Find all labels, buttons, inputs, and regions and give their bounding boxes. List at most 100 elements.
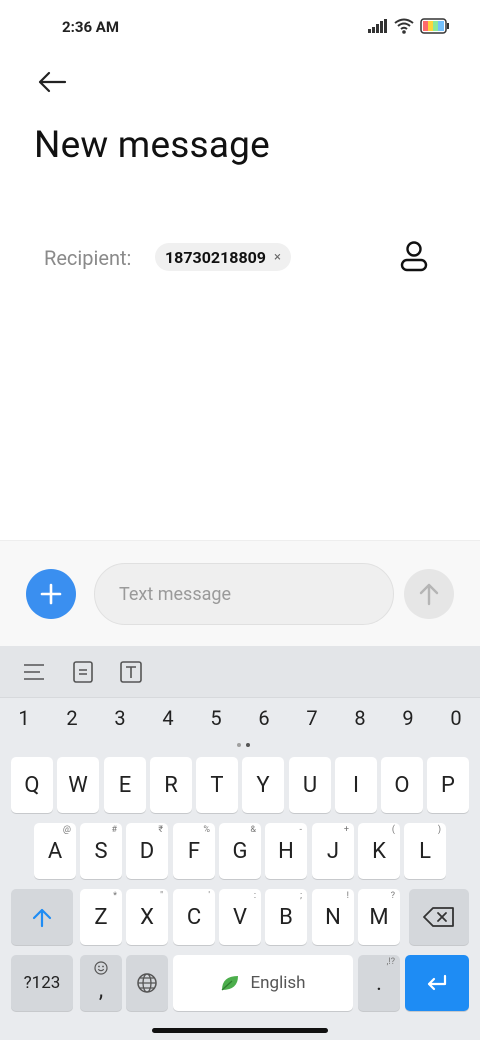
- arrow-left-icon: [38, 71, 67, 93]
- backspace-icon: [423, 907, 454, 927]
- key-label: D: [139, 838, 155, 864]
- number-row: 1 2 3 4 5 6 7 8 9 0: [0, 706, 480, 740]
- key-l[interactable]: ) L: [404, 823, 446, 879]
- key-k[interactable]: (K: [358, 823, 400, 879]
- key-hint: !: [346, 891, 349, 901]
- key-label: H: [278, 838, 294, 864]
- enter-key[interactable]: [405, 955, 469, 1011]
- key-2[interactable]: 2: [57, 706, 87, 730]
- recipient-row: Recipient: 18730218809 ×: [44, 240, 444, 276]
- language-key[interactable]: [126, 955, 168, 1011]
- space-label: English: [250, 973, 306, 993]
- key-h[interactable]: -H: [265, 823, 307, 879]
- remove-recipient-icon[interactable]: ×: [274, 251, 281, 264]
- key-hint: %: [203, 825, 210, 835]
- arrow-up-icon: [419, 583, 439, 606]
- key-hint: &: [250, 825, 256, 835]
- key-p[interactable]: P: [427, 757, 469, 813]
- key-j[interactable]: + J: [312, 823, 354, 879]
- key-r[interactable]: R: [150, 757, 192, 813]
- recipient-number: 18730218809: [165, 247, 266, 267]
- key-i[interactable]: I: [335, 757, 377, 813]
- key-hint: ;: [300, 891, 302, 901]
- key-hint: ,!?: [386, 957, 395, 967]
- key-c[interactable]: ' C: [173, 889, 215, 945]
- clipboard-button[interactable]: [69, 658, 97, 686]
- key-f[interactable]: % F: [173, 823, 215, 879]
- key-v[interactable]: :V: [219, 889, 261, 945]
- backspace-key[interactable]: [409, 889, 469, 945]
- key-3[interactable]: 3: [105, 706, 135, 730]
- emoji-icon: [94, 961, 108, 975]
- send-button[interactable]: [404, 569, 454, 619]
- key-b[interactable]: ; B: [265, 889, 307, 945]
- key-label: C: [186, 904, 202, 930]
- key-y[interactable]: Y: [242, 757, 284, 813]
- key-8[interactable]: 8: [345, 706, 375, 730]
- text-format-button[interactable]: [117, 658, 145, 686]
- key-1[interactable]: 1: [9, 706, 39, 730]
- comma-label: ,: [98, 977, 104, 1003]
- key-hint: *: [113, 891, 117, 901]
- text-message-input[interactable]: [94, 563, 394, 625]
- person-icon: [400, 241, 428, 272]
- key-w[interactable]: W: [57, 757, 99, 813]
- key-hint: @: [62, 825, 71, 835]
- key-4[interactable]: 4: [153, 706, 183, 730]
- shift-key[interactable]: [11, 889, 73, 945]
- key-hint: ₹: [158, 825, 163, 835]
- key-6[interactable]: 6: [249, 706, 279, 730]
- key-d[interactable]: ₹ D: [126, 823, 168, 879]
- key-hint: :: [253, 891, 256, 901]
- key-e[interactable]: E: [104, 757, 146, 813]
- key-u[interactable]: U: [289, 757, 331, 813]
- status-icons: [368, 18, 450, 34]
- period-label: .: [376, 970, 382, 996]
- key-0[interactable]: 0: [441, 706, 471, 730]
- key-m[interactable]: ? M: [358, 889, 400, 945]
- key-label: J: [326, 838, 340, 864]
- key-n[interactable]: ! N: [312, 889, 354, 945]
- key-s[interactable]: # S: [80, 823, 122, 879]
- menu-lines-button[interactable]: [20, 658, 48, 686]
- home-indicator[interactable]: [152, 1028, 328, 1033]
- keyboard-toolbar: [0, 646, 480, 698]
- space-key[interactable]: English: [173, 955, 353, 1011]
- key-label: L: [419, 838, 431, 864]
- key-a[interactable]: @ A: [34, 823, 76, 879]
- key-hint: ": [160, 891, 163, 901]
- status-bar: 2:36 AM: [0, 0, 480, 56]
- contacts-button[interactable]: [394, 234, 434, 278]
- status-time: 2:36 AM: [62, 18, 119, 36]
- page-title: New message: [34, 124, 270, 167]
- key-7[interactable]: 7: [297, 706, 327, 730]
- recipient-chip[interactable]: 18730218809 ×: [155, 243, 291, 271]
- enter-icon: [427, 974, 447, 991]
- period-key[interactable]: ,!? .: [358, 955, 400, 1011]
- text-format-icon: [120, 661, 142, 683]
- key-hint: +: [343, 825, 349, 835]
- key-9[interactable]: 9: [393, 706, 423, 730]
- key-hint: (: [391, 825, 395, 835]
- key-x[interactable]: " X: [126, 889, 168, 945]
- key-o[interactable]: O: [381, 757, 423, 813]
- key-z[interactable]: * Z: [80, 889, 122, 945]
- clipboard-icon: [73, 661, 93, 683]
- key-label: S: [94, 838, 108, 864]
- key-5[interactable]: 5: [201, 706, 231, 730]
- key-g[interactable]: & G: [219, 823, 261, 879]
- page-dot-active: [246, 743, 250, 747]
- key-label: G: [232, 838, 248, 864]
- key-q[interactable]: Q: [11, 757, 53, 813]
- back-button[interactable]: [32, 62, 72, 102]
- key-hint: ': [208, 891, 210, 901]
- key-t[interactable]: T: [196, 757, 238, 813]
- key-label: F: [187, 838, 201, 864]
- battery-icon: [420, 18, 449, 34]
- symbols-key[interactable]: ?123: [11, 955, 73, 1011]
- keyboard: 1 2 3 4 5 6 7 8 9 0 Q W E R T Y U I O P …: [0, 646, 480, 1040]
- add-attachment-button[interactable]: [26, 569, 76, 619]
- comma-key[interactable]: ,: [80, 955, 122, 1011]
- leaf-icon: [222, 976, 239, 991]
- key-hint: ?: [390, 891, 395, 901]
